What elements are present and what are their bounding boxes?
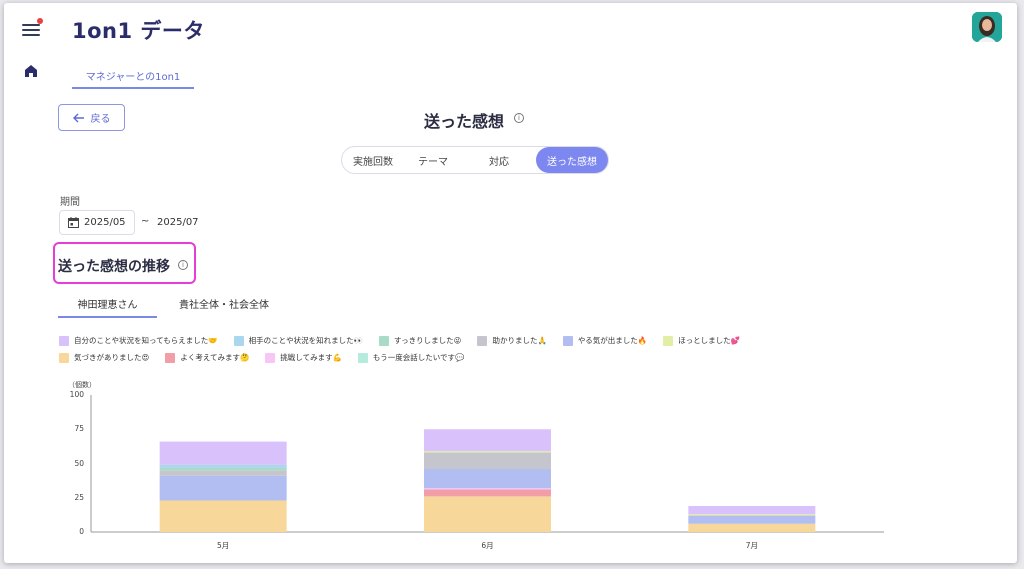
y-tick-label: 0 <box>79 527 84 536</box>
bar-segment[interactable] <box>424 429 551 452</box>
bar-segment[interactable] <box>159 464 287 468</box>
stacked-bar-chart <box>90 395 884 533</box>
bar-segment[interactable] <box>424 451 551 453</box>
bar-segment[interactable] <box>159 475 287 501</box>
x-tick-label: 7月 <box>745 541 758 550</box>
bar-segment[interactable] <box>159 500 287 532</box>
bar-segment[interactable] <box>159 470 287 476</box>
app-window: 1on1 データ マネジャーとの1on1 戻る 送った感想 i 実施回数 テーマ… <box>4 3 1017 563</box>
bar-segment[interactable] <box>159 467 287 471</box>
x-tick-label: 6月 <box>481 541 494 550</box>
bar-segment[interactable] <box>688 515 816 524</box>
bar-segment[interactable] <box>688 505 816 515</box>
bar-segment[interactable] <box>688 514 816 516</box>
bar-segment[interactable] <box>424 496 551 532</box>
y-tick-label: 75 <box>74 424 84 434</box>
y-tick-label: 50 <box>74 458 84 468</box>
bar-segment[interactable] <box>424 489 551 497</box>
y-tick-label: 100 <box>69 390 84 399</box>
y-tick-label: 25 <box>74 492 84 502</box>
bar-segment[interactable] <box>424 452 551 469</box>
bar-segment[interactable] <box>688 523 816 532</box>
bar-segment[interactable] <box>159 441 287 465</box>
bar-segment[interactable] <box>424 468 551 489</box>
x-tick-label: 5月 <box>217 541 230 550</box>
bar-segment[interactable] <box>424 488 551 490</box>
